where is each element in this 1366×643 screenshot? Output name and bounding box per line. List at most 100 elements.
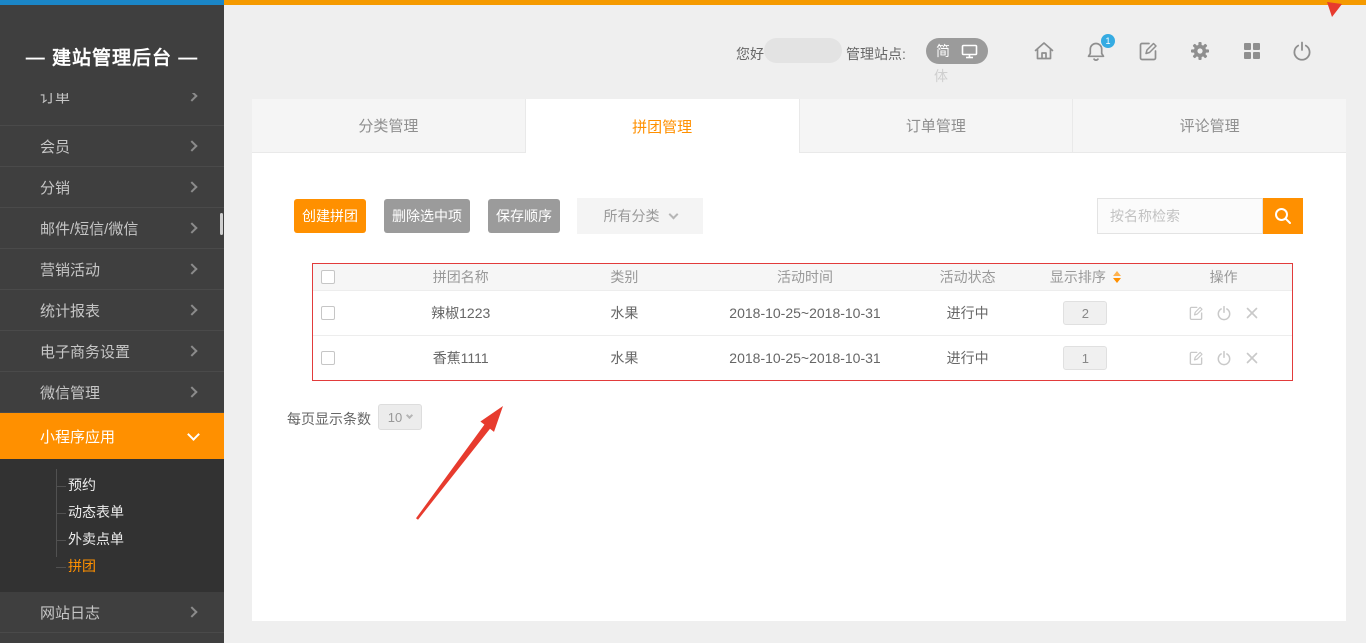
notifications-icon[interactable]: 1 xyxy=(1084,39,1108,63)
sidebar-submenu: 预约 动态表单 外卖点单 拼团 xyxy=(0,459,224,592)
greeting-text: 您好 xyxy=(736,44,764,64)
delete-selected-button[interactable]: 删除选中项 xyxy=(384,199,470,233)
cell-name: 香蕉1111 xyxy=(363,348,559,368)
sidebar-item-label: 小程序应用 xyxy=(40,426,115,447)
cell-category: 水果 xyxy=(559,348,691,368)
column-header-actions: 操作 xyxy=(1155,267,1292,287)
chevron-right-icon xyxy=(186,606,197,617)
column-header-name: 拼团名称 xyxy=(363,267,559,287)
sidebar-item-mail-sms-wechat[interactable]: 邮件/短信/微信 xyxy=(0,208,224,249)
tab-category-management[interactable]: 分类管理 xyxy=(252,99,526,153)
topbar-orange xyxy=(224,0,1366,5)
power-toggle-icon[interactable] xyxy=(1215,349,1233,367)
sidebar-item-label: 分销 xyxy=(40,177,70,198)
column-header-sort-label: 显示排序 xyxy=(1050,267,1106,287)
table-header-row: 拼团名称 类别 活动时间 活动状态 显示排序 操作 xyxy=(313,264,1292,290)
language-switcher[interactable]: 简 xyxy=(926,38,988,64)
search-bar xyxy=(1097,198,1303,234)
sidebar: — 建站管理后台 — 订单 会员 分销 邮件/短信/微信 营销活动 统计报表 电… xyxy=(0,5,224,643)
sidebar-item-members[interactable]: 会员 xyxy=(0,126,224,167)
tab-bar: 分类管理 拼团管理 订单管理 评论管理 xyxy=(252,99,1346,153)
sidebar-scrollbar[interactable] xyxy=(220,213,223,235)
sidebar-item-miniprogram-apps[interactable]: 小程序应用 xyxy=(0,413,224,459)
select-all-checkbox[interactable] xyxy=(321,270,335,284)
chevron-right-icon xyxy=(186,93,197,102)
table-row: 香蕉1111 水果 2018-10-25~2018-10-31 进行中 xyxy=(313,335,1292,380)
cell-time: 2018-10-25~2018-10-31 xyxy=(690,350,920,366)
page-size-label: 每页显示条数 xyxy=(287,409,371,429)
chevron-right-icon xyxy=(186,304,197,315)
sort-order-input[interactable] xyxy=(1063,301,1107,325)
row-checkbox[interactable] xyxy=(321,351,335,365)
edit-icon[interactable] xyxy=(1187,349,1205,367)
sidebar-menu: 订单 会员 分销 邮件/短信/微信 营销活动 统计报表 电子商务设置 微信管理 xyxy=(0,93,224,643)
chevron-right-icon xyxy=(186,222,197,233)
category-filter-dropdown[interactable]: 所有分类 xyxy=(577,198,703,234)
cell-status: 进行中 xyxy=(920,303,1016,323)
power-toggle-icon[interactable] xyxy=(1215,304,1233,322)
power-icon[interactable] xyxy=(1290,39,1314,63)
home-icon[interactable] xyxy=(1032,39,1056,63)
submenu-item-booking[interactable]: 预约 xyxy=(0,472,224,499)
save-order-button[interactable]: 保存顺序 xyxy=(488,199,560,233)
submenu-item-label: 外卖点单 xyxy=(68,531,124,547)
edit-icon[interactable] xyxy=(1187,304,1205,322)
delete-x-icon[interactable] xyxy=(1243,349,1261,367)
sidebar-item-marketing[interactable]: 营销活动 xyxy=(0,249,224,290)
sidebar-item-statistics[interactable]: 统计报表 xyxy=(0,290,224,331)
submenu-item-label: 拼团 xyxy=(68,558,96,574)
cell-category: 水果 xyxy=(559,303,691,323)
sidebar-item-orders[interactable]: 订单 xyxy=(0,93,224,126)
sidebar-item-label: 营销活动 xyxy=(40,259,100,280)
create-groupbuy-button[interactable]: 创建拼团 xyxy=(294,199,366,233)
submenu-item-label: 预约 xyxy=(68,477,96,493)
page-size-dropdown[interactable]: 10 xyxy=(378,404,422,430)
settings-gear-icon[interactable] xyxy=(1188,39,1212,63)
sidebar-item-label: 邮件/短信/微信 xyxy=(40,218,138,239)
cell-name: 辣椒1223 xyxy=(363,303,559,323)
search-icon xyxy=(1273,206,1293,226)
chevron-down-icon xyxy=(668,209,678,219)
chevron-right-icon xyxy=(186,181,197,192)
sidebar-item-label: 网站日志 xyxy=(40,602,100,623)
sort-icon xyxy=(1113,271,1121,283)
search-input[interactable] xyxy=(1097,198,1263,234)
language-label: 简 xyxy=(936,41,950,61)
apps-grid-icon[interactable] xyxy=(1240,39,1264,63)
tab-groupbuy-management[interactable]: 拼团管理 xyxy=(526,99,800,153)
tab-comment-management[interactable]: 评论管理 xyxy=(1073,99,1346,153)
delete-x-icon[interactable] xyxy=(1243,304,1261,322)
column-header-category: 类别 xyxy=(559,267,691,287)
row-checkbox[interactable] xyxy=(321,306,335,320)
tab-order-management[interactable]: 订单管理 xyxy=(800,99,1074,153)
main-panel: 分类管理 拼团管理 订单管理 评论管理 创建拼团 删除选中项 保存顺序 所有分类… xyxy=(252,99,1346,621)
monitor-icon xyxy=(961,44,978,59)
chevron-right-icon xyxy=(186,140,197,151)
submenu-item-takeout-order[interactable]: 外卖点单 xyxy=(0,526,224,553)
submenu-item-group-buy[interactable]: 拼团 xyxy=(0,553,224,580)
sidebar-item-label: 统计报表 xyxy=(40,300,100,321)
search-button[interactable] xyxy=(1263,198,1303,234)
chevron-right-icon xyxy=(186,345,197,356)
sort-order-input[interactable] xyxy=(1063,346,1107,370)
sidebar-item-ecommerce-settings[interactable]: 电子商务设置 xyxy=(0,331,224,372)
submenu-item-label: 动态表单 xyxy=(68,504,124,520)
sidebar-item-site-logs[interactable]: 网站日志 xyxy=(0,592,224,633)
notification-badge: 1 xyxy=(1101,34,1115,48)
sidebar-item-distribution[interactable]: 分销 xyxy=(0,167,224,208)
table-row: 辣椒1223 水果 2018-10-25~2018-10-31 进行中 xyxy=(313,290,1292,335)
manage-site-label: 管理站点: xyxy=(846,44,906,64)
edit-icon[interactable] xyxy=(1136,39,1160,63)
sidebar-item-label: 微信管理 xyxy=(40,382,100,403)
chevron-down-icon xyxy=(406,412,413,419)
cell-status: 进行中 xyxy=(920,348,1016,368)
page-size-value: 10 xyxy=(388,410,402,425)
sidebar-item-wechat-management[interactable]: 微信管理 xyxy=(0,372,224,413)
chevron-down-icon xyxy=(187,428,200,441)
column-header-sort[interactable]: 显示排序 xyxy=(1016,267,1156,287)
language-overflow-text: 体 xyxy=(934,66,948,86)
column-header-time: 活动时间 xyxy=(690,267,920,287)
sidebar-item-label: 会员 xyxy=(40,136,70,157)
groupbuy-table: 拼团名称 类别 活动时间 活动状态 显示排序 操作 辣椒1223 水果 2018… xyxy=(312,263,1293,381)
submenu-item-dynamic-form[interactable]: 动态表单 xyxy=(0,499,224,526)
